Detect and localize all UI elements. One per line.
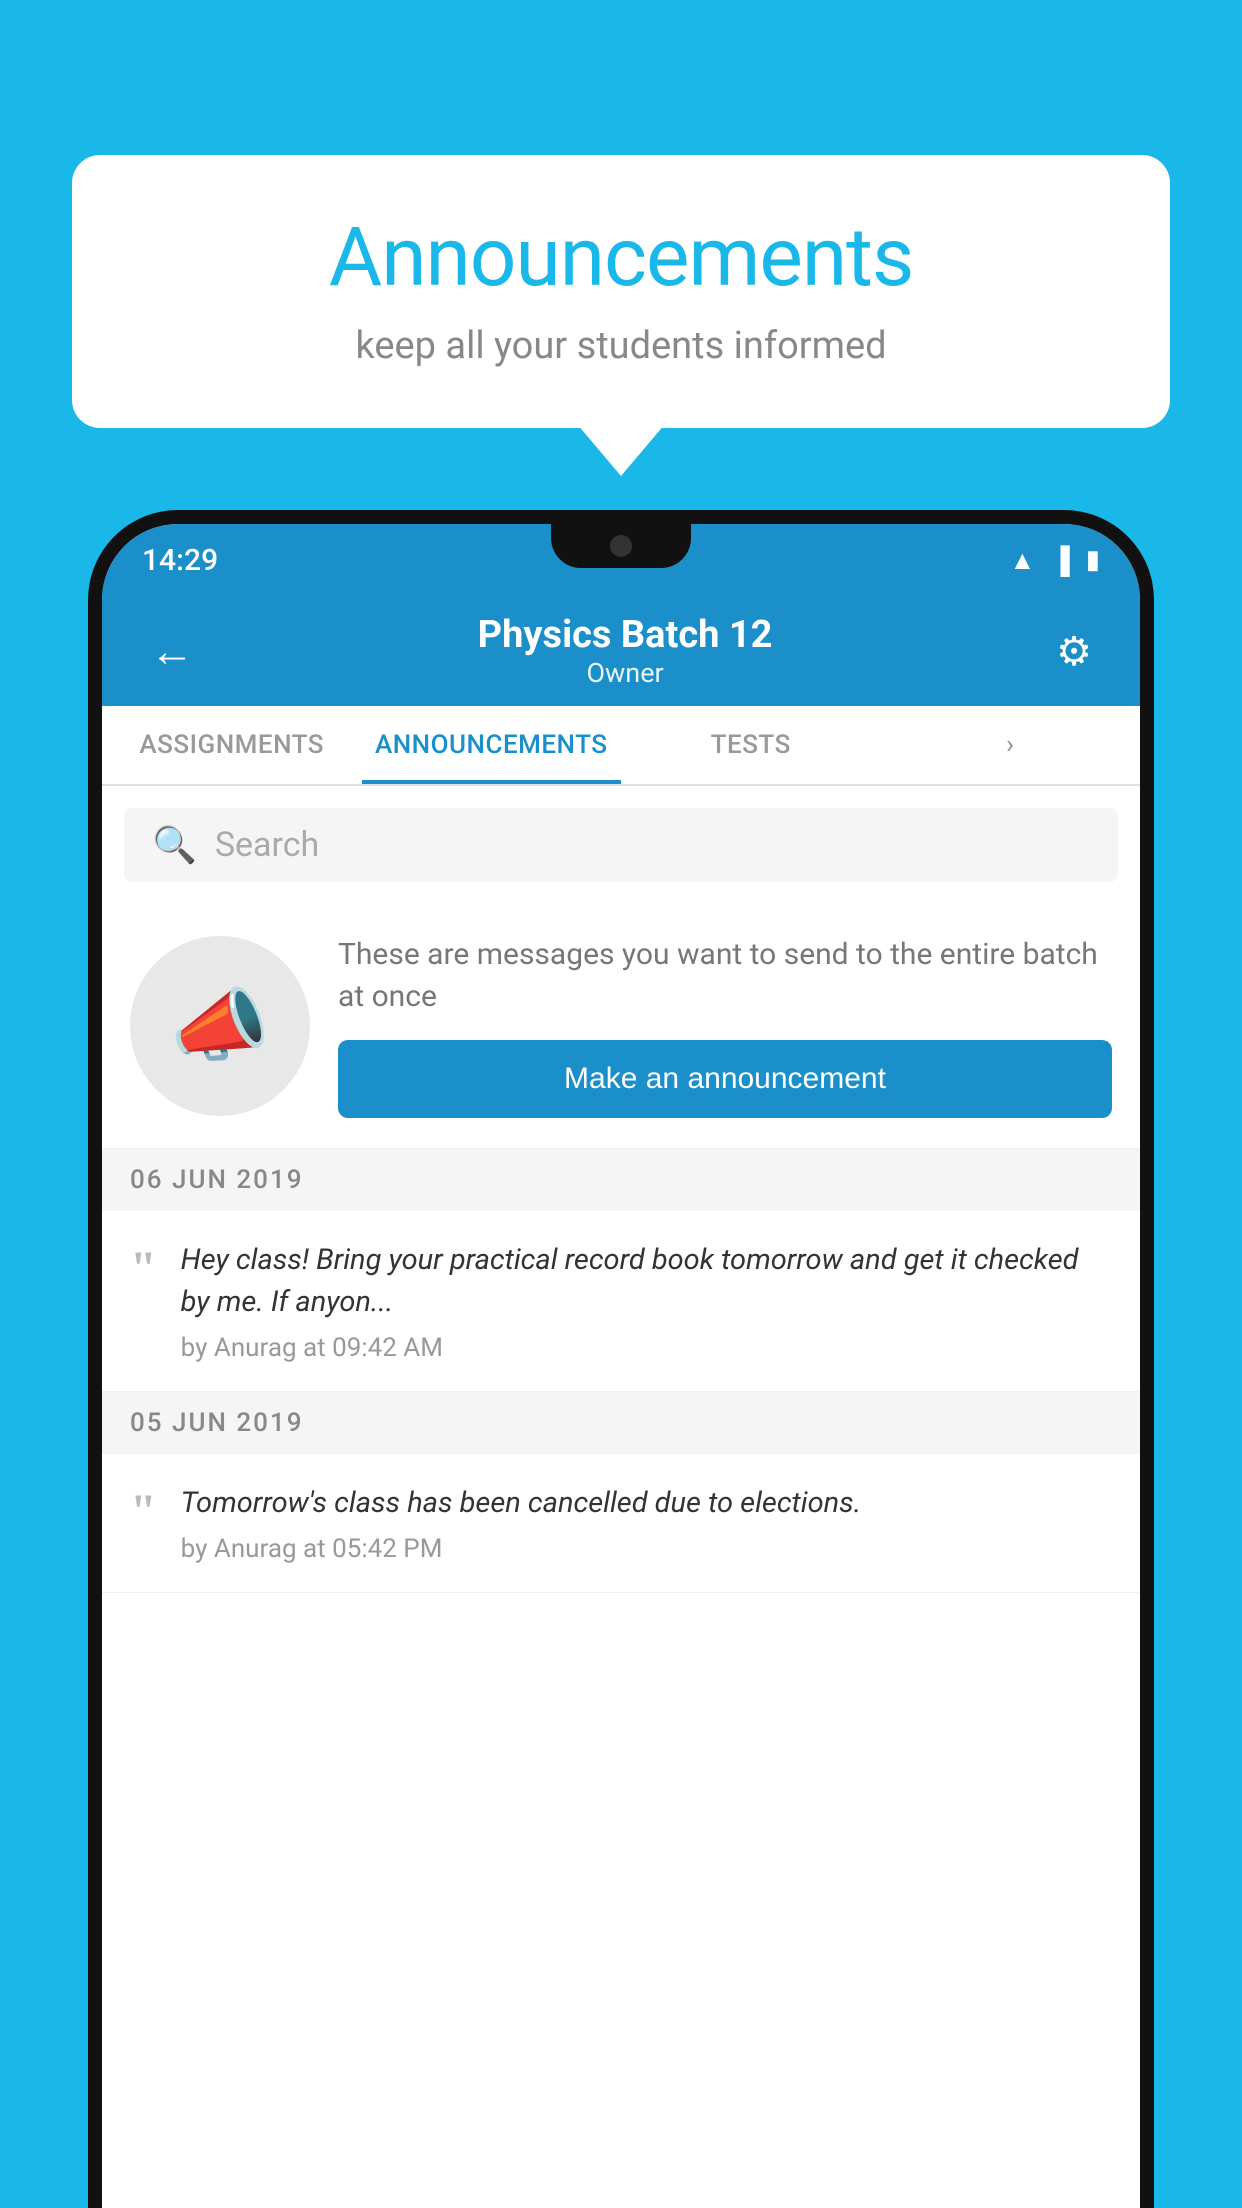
speech-bubble-section: Announcements keep all your students inf… — [72, 155, 1170, 428]
announcement-meta-2: by Anurag at 05:42 PM — [181, 1534, 1112, 1564]
announcement-item-1: " Hey class! Bring your practical record… — [102, 1211, 1140, 1392]
tab-bar: ASSIGNMENTS ANNOUNCEMENTS TESTS › — [102, 706, 1140, 786]
content-area: 🔍 Search 📣 These are messages you want t… — [102, 786, 1140, 1593]
search-icon: 🔍 — [152, 824, 197, 866]
promo-section: 📣 These are messages you want to send to… — [102, 904, 1140, 1149]
settings-button[interactable]: ⚙ — [1046, 618, 1102, 685]
date-section-2: 05 JUN 2019 — [102, 1392, 1140, 1454]
announcement-meta-1: by Anurag at 09:42 AM — [181, 1333, 1112, 1363]
status-icons: ▲ ▐ ▮ — [1010, 545, 1100, 576]
announcement-text-2: Tomorrow's class has been cancelled due … — [181, 1482, 1112, 1524]
make-announcement-button[interactable]: Make an announcement — [338, 1040, 1112, 1118]
back-button[interactable]: ← — [140, 615, 204, 687]
announcement-content-2: Tomorrow's class has been cancelled due … — [181, 1482, 1112, 1564]
phone-container: 14:29 ▲ ▐ ▮ ← Physics Batch 12 Owner ⚙ — [88, 510, 1154, 2208]
megaphone-circle: 📣 — [130, 936, 310, 1116]
app-bar-title: Physics Batch 12 — [478, 613, 773, 657]
date-section-1: 06 JUN 2019 — [102, 1149, 1140, 1211]
quote-icon-1: " — [130, 1245, 157, 1293]
announcement-item-2: " Tomorrow's class has been cancelled du… — [102, 1454, 1140, 1593]
promo-description: These are messages you want to send to t… — [338, 934, 1112, 1018]
tab-announcements[interactable]: ANNOUNCEMENTS — [362, 706, 622, 784]
promo-right: These are messages you want to send to t… — [338, 934, 1112, 1118]
wifi-icon: ▲ — [1010, 545, 1036, 576]
tab-more[interactable]: › — [881, 706, 1141, 784]
status-bar: 14:29 ▲ ▐ ▮ — [102, 524, 1140, 596]
signal-icon: ▐ — [1051, 545, 1069, 576]
search-bar[interactable]: 🔍 Search — [124, 808, 1118, 882]
bubble-subtitle: keep all your students informed — [132, 324, 1110, 368]
notch — [551, 524, 691, 568]
announcement-text-1: Hey class! Bring your practical record b… — [181, 1239, 1112, 1323]
phone-screen: 14:29 ▲ ▐ ▮ ← Physics Batch 12 Owner ⚙ — [102, 524, 1140, 2208]
app-bar-subtitle: Owner — [478, 657, 773, 689]
bubble-title: Announcements — [132, 210, 1110, 306]
speech-bubble: Announcements keep all your students inf… — [72, 155, 1170, 428]
megaphone-icon: 📣 — [170, 979, 270, 1073]
announcement-content-1: Hey class! Bring your practical record b… — [181, 1239, 1112, 1363]
phone-frame: 14:29 ▲ ▐ ▮ ← Physics Batch 12 Owner ⚙ — [88, 510, 1154, 2208]
tab-tests[interactable]: TESTS — [621, 706, 881, 784]
app-bar: ← Physics Batch 12 Owner ⚙ — [102, 596, 1140, 706]
battery-icon: ▮ — [1086, 545, 1100, 575]
status-time: 14:29 — [142, 543, 218, 578]
front-camera — [610, 535, 632, 557]
tab-assignments[interactable]: ASSIGNMENTS — [102, 706, 362, 784]
app-bar-title-group: Physics Batch 12 Owner — [478, 613, 773, 689]
search-placeholder: Search — [215, 825, 319, 865]
quote-icon-2: " — [130, 1488, 157, 1536]
